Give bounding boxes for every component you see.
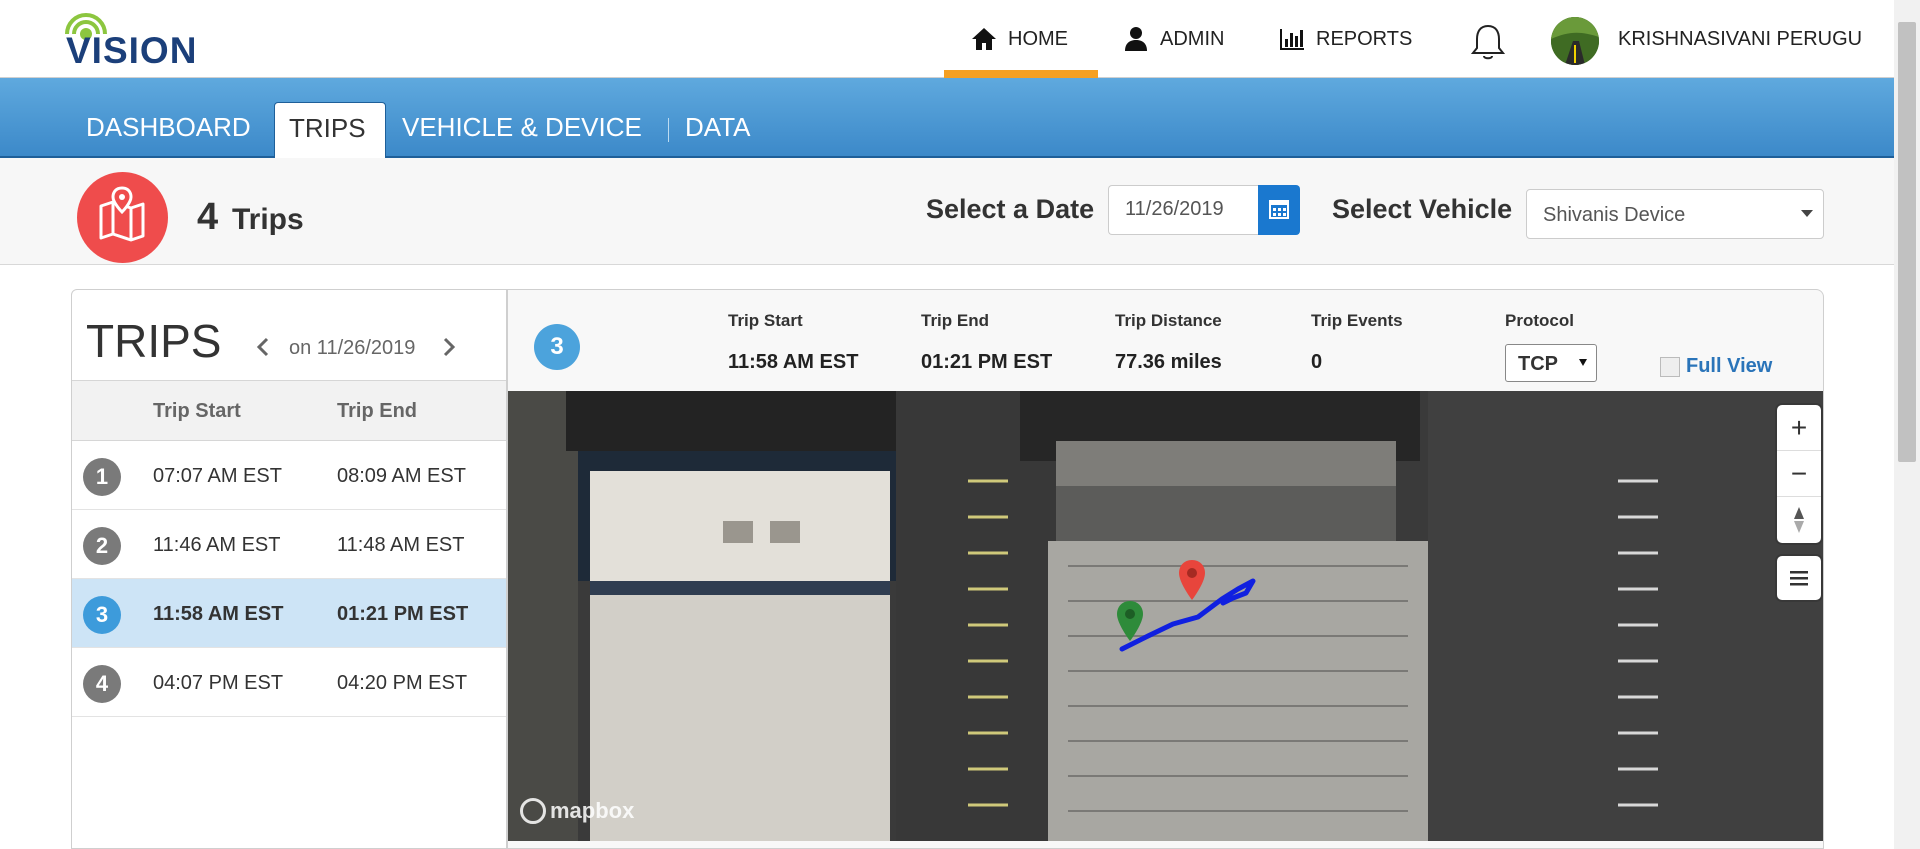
map-layers-button[interactable] (1777, 556, 1821, 600)
avatar-image (1551, 17, 1599, 65)
trips-panel-title: TRIPS (86, 315, 222, 367)
trip-number: 2 (83, 527, 121, 565)
logo-text: VISION (66, 30, 198, 71)
trip-distance-value: 77.36 miles (1115, 351, 1222, 373)
vision-logo[interactable]: VISION (62, 12, 242, 71)
trip-row-2[interactable]: 2 11:46 AM EST 11:48 AM EST (72, 510, 506, 579)
trips-date-label: on 11/26/2019 (289, 337, 416, 359)
trip-start-time: 11:46 AM EST (153, 534, 281, 556)
map-pin-icon (99, 186, 145, 242)
trip-row-3[interactable]: 3 11:58 AM EST 01:21 PM EST (72, 579, 506, 648)
trip-number: 1 (83, 458, 121, 496)
zoom-out-button[interactable]: − (1777, 451, 1821, 497)
vehicle-select-value: Shivanis Device (1543, 204, 1686, 226)
section-tab-bar: DASHBOARD TRIPS VEHICLE & DEVICE DATA (0, 78, 1894, 158)
trip-row-4[interactable]: 4 04:07 PM EST 04:20 PM EST (72, 648, 506, 717)
protocol-select-value: TCP (1518, 353, 1558, 375)
trip-end-time: 08:09 AM EST (337, 465, 466, 487)
trip-start-time: 11:58 AM EST (153, 603, 284, 625)
trip-start-value: 11:58 AM EST (728, 351, 859, 373)
expand-icon (1660, 356, 1680, 377)
nav-reports[interactable]: REPORTS (1278, 0, 1412, 78)
caret-down-icon (1579, 359, 1587, 366)
select-vehicle-label: Select Vehicle (1332, 194, 1513, 224)
vehicle-select[interactable]: Shivanis Device (1526, 189, 1824, 239)
home-icon (972, 28, 996, 50)
chevron-left-icon[interactable] (254, 336, 272, 358)
trips-badge (77, 172, 168, 263)
trip-distance-label: Trip Distance (1115, 311, 1222, 330)
column-header-trip-start[interactable]: Trip Start (153, 400, 241, 423)
trip-count: 4 (197, 196, 219, 238)
chevron-down-icon (1801, 210, 1813, 217)
avatar[interactable] (1551, 17, 1599, 65)
zoom-in-button[interactable]: + (1777, 405, 1821, 451)
tab-dashboard[interactable]: DASHBOARD (86, 112, 251, 143)
nav-admin-label: ADMIN (1160, 27, 1225, 50)
tab-divider (668, 118, 669, 142)
trip-start-time: 07:07 AM EST (153, 465, 282, 487)
date-input[interactable]: 11/26/2019 (1108, 185, 1258, 235)
trip-number: 4 (83, 665, 121, 703)
active-nav-indicator (944, 70, 1098, 78)
full-view-link[interactable]: Full View (1660, 355, 1772, 378)
tab-trips[interactable]: TRIPS (274, 102, 386, 158)
trip-end-value: 01:21 PM EST (921, 351, 1053, 373)
bar-chart-icon (1280, 29, 1304, 50)
trip-start-time: 04:07 PM EST (153, 672, 284, 694)
select-date-label: Select a Date (926, 194, 1095, 224)
compass-icon (1794, 507, 1804, 533)
user-icon (1125, 27, 1147, 51)
trip-end-label: Trip End (921, 311, 989, 330)
mapbox-attribution[interactable]: mapbox (520, 798, 634, 824)
mapbox-logo-icon (520, 798, 546, 824)
chevron-right-icon[interactable] (440, 336, 458, 358)
mapbox-label: mapbox (550, 798, 635, 823)
calendar-icon (1269, 200, 1289, 219)
trip-start-marker[interactable] (1114, 599, 1146, 645)
nav-home[interactable]: HOME (944, 0, 1098, 78)
nav-home-label: HOME (1008, 27, 1068, 50)
protocol-label: Protocol (1505, 311, 1574, 330)
satellite-map (508, 391, 1823, 841)
tab-vehicle-device[interactable]: VEHICLE & DEVICE (402, 112, 642, 143)
full-view-label: Full View (1686, 355, 1773, 377)
compass-button[interactable] (1777, 497, 1821, 543)
trip-count-label: Trips (232, 203, 304, 236)
bell-icon[interactable] (1466, 20, 1510, 64)
selected-trip-badge: 3 (534, 324, 580, 370)
trip-end-time: 01:21 PM EST (337, 603, 469, 625)
trip-start-label: Trip Start (728, 311, 803, 330)
trip-row-1[interactable]: 1 07:07 AM EST 08:09 AM EST (72, 441, 506, 510)
calendar-button[interactable] (1258, 185, 1300, 235)
column-header-trip-end[interactable]: Trip End (337, 400, 417, 423)
user-name[interactable]: KRISHNASIVANI PERUGU (1618, 28, 1862, 51)
nav-admin[interactable]: ADMIN (1122, 0, 1224, 78)
trip-end-time: 04:20 PM EST (337, 672, 468, 694)
map-zoom-controls: + − (1777, 405, 1821, 543)
nav-reports-label: REPORTS (1316, 27, 1413, 50)
trip-end-marker[interactable] (1176, 558, 1208, 604)
protocol-select[interactable]: TCP (1505, 344, 1597, 382)
scrollbar-thumb[interactable] (1898, 22, 1916, 462)
trip-number: 3 (83, 596, 121, 634)
trip-end-time: 11:48 AM EST (337, 534, 465, 556)
trip-events-value: 0 (1311, 351, 1323, 373)
trip-map[interactable] (508, 391, 1823, 841)
menu-icon (1790, 571, 1808, 586)
trip-events-label: Trip Events (1311, 311, 1403, 330)
tab-data[interactable]: DATA (685, 112, 750, 143)
trips-table-header (72, 380, 506, 441)
